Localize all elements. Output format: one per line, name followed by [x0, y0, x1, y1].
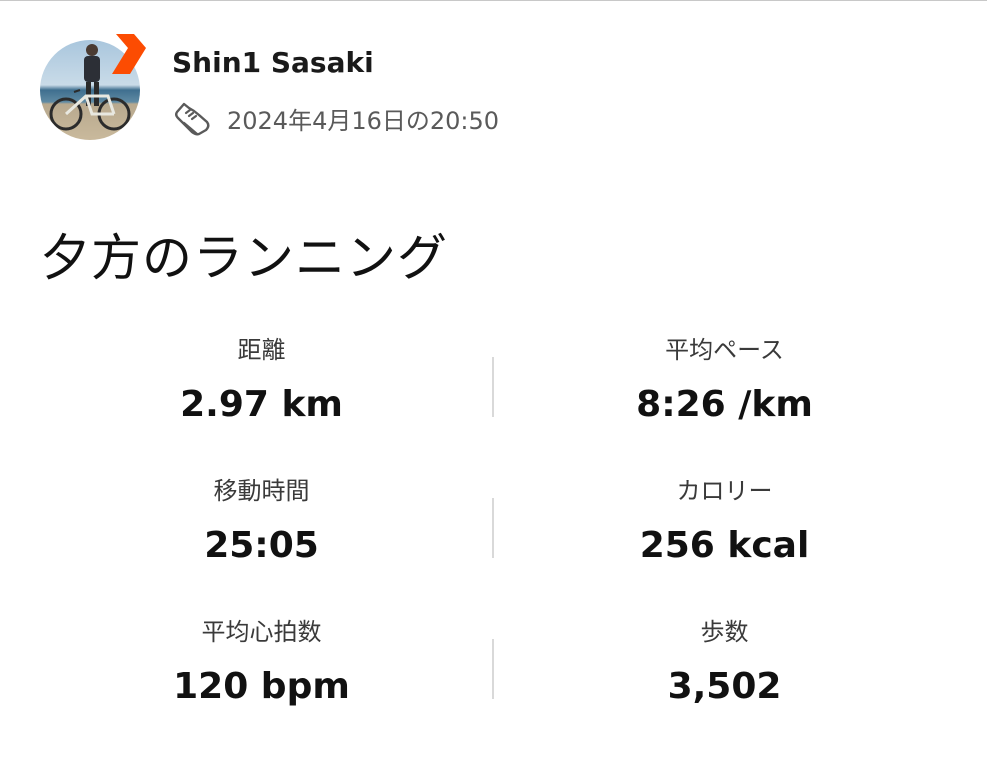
top-border	[0, 0, 987, 1]
stat-label: 歩数	[700, 618, 749, 646]
stat-row: 平均心拍数 120 bpm 歩数 3,502	[30, 612, 956, 753]
activity-stats: 距離 2.97 km 平均ペース 8:26 /km 移動時間 25:05 カロリ…	[30, 330, 956, 753]
stat-value: 8:26 /km	[636, 384, 813, 425]
athlete-name[interactable]: Shin1 Sasaki	[172, 46, 374, 79]
stat-calories: カロリー 256 kcal	[493, 471, 956, 569]
stat-distance: 距離 2.97 km	[30, 330, 493, 428]
stat-avg-heart-rate: 平均心拍数 120 bpm	[30, 612, 493, 710]
activity-title[interactable]: 夕方のランニング	[40, 218, 448, 290]
stat-value: 120 bpm	[173, 666, 350, 707]
stat-label: 距離	[237, 336, 286, 364]
subscriber-badge-icon	[112, 34, 146, 74]
stat-label: 平均心拍数	[201, 618, 322, 646]
stat-steps: 歩数 3,502	[493, 612, 956, 710]
stat-row: 距離 2.97 km 平均ペース 8:26 /km	[30, 330, 956, 471]
running-shoe-icon	[175, 102, 210, 136]
stat-row: 移動時間 25:05 カロリー 256 kcal	[30, 471, 956, 612]
activity-date: 2024年4月16日の20:50	[227, 107, 500, 135]
stat-avg-pace: 平均ペース 8:26 /km	[493, 330, 956, 428]
stat-value: 256 kcal	[639, 525, 810, 566]
stat-label: 移動時間	[213, 477, 310, 505]
stat-value: 25:05	[204, 525, 319, 566]
stat-label: 平均ペース	[665, 336, 784, 364]
stat-value: 2.97 km	[180, 384, 343, 425]
stat-moving-time: 移動時間 25:05	[30, 471, 493, 569]
stat-label: カロリー	[676, 477, 773, 505]
stat-value: 3,502	[667, 666, 782, 707]
